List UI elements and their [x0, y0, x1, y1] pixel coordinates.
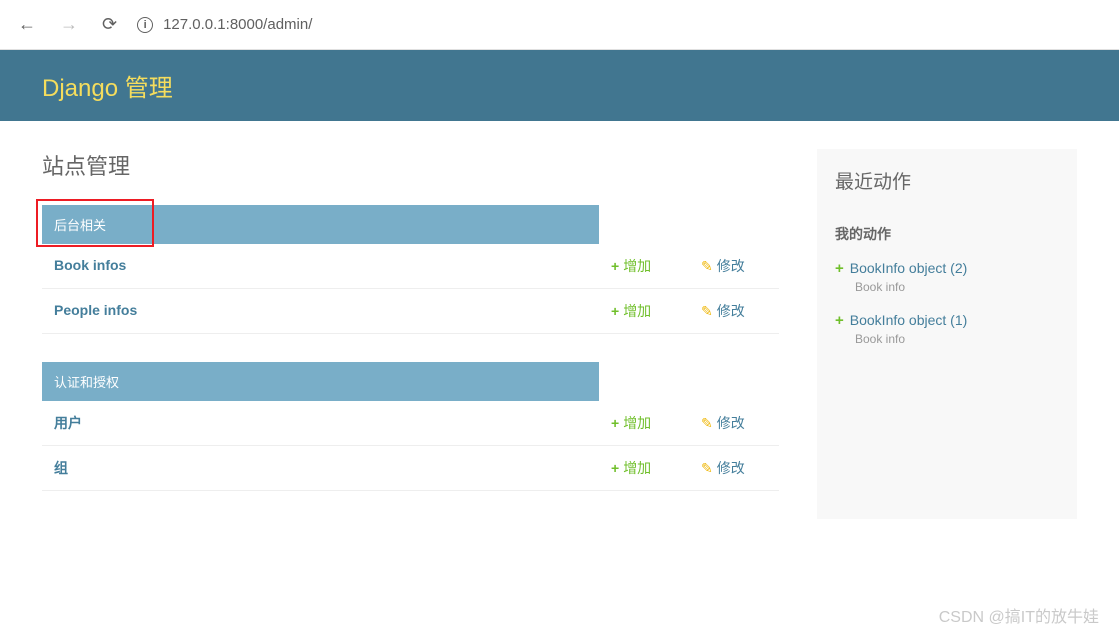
change-link-peopleinfos[interactable]: ✎修改	[701, 303, 745, 319]
model-link-peopleinfos[interactable]: People infos	[54, 302, 137, 318]
recent-action-item: + BookInfo object (2) Book info	[835, 260, 1059, 294]
recent-action-type: Book info	[855, 332, 1059, 346]
model-link-users[interactable]: 用户	[54, 415, 82, 431]
recent-action-type: Book info	[855, 280, 1059, 294]
plus-icon: +	[611, 258, 619, 274]
main-content: 站点管理 后台相关 Book infos +增加 ✎修改 People info…	[42, 149, 779, 519]
site-title: Django 管理	[42, 68, 1077, 103]
app-caption[interactable]: 后台相关	[42, 205, 599, 244]
change-link-bookinfos[interactable]: ✎修改	[701, 258, 745, 274]
url-text: 127.0.0.1:8000/admin/	[163, 16, 312, 33]
back-button[interactable]: ←	[14, 10, 40, 39]
plus-icon: +	[835, 260, 844, 277]
pencil-icon: ✎	[701, 303, 713, 319]
recent-action-link[interactable]: BookInfo object (1)	[850, 312, 968, 328]
pencil-icon: ✎	[701, 460, 713, 476]
plus-icon: +	[835, 312, 844, 329]
browser-toolbar: ← → ⟳ i 127.0.0.1:8000/admin/	[0, 0, 1119, 50]
forward-button[interactable]: →	[56, 10, 82, 39]
plus-icon: +	[611, 303, 619, 319]
app-module-auth: 认证和授权 用户 +增加 ✎修改 组 +增加 ✎修改	[42, 362, 779, 491]
plus-icon: +	[611, 460, 619, 476]
reload-button[interactable]: ⟳	[98, 10, 121, 39]
pencil-icon: ✎	[701, 258, 713, 274]
model-row: 组 +增加 ✎修改	[42, 446, 779, 491]
model-row: Book infos +增加 ✎修改	[42, 244, 779, 289]
app-module-backend: 后台相关 Book infos +增加 ✎修改 People infos +增加…	[42, 205, 779, 334]
model-link-bookinfos[interactable]: Book infos	[54, 257, 126, 273]
model-row: 用户 +增加 ✎修改	[42, 401, 779, 446]
add-link-peopleinfos[interactable]: +增加	[611, 303, 651, 319]
sidebar-title: 最近动作	[835, 167, 1059, 194]
add-link-groups[interactable]: +增加	[611, 460, 651, 476]
recent-action-item: + BookInfo object (1) Book info	[835, 312, 1059, 346]
add-link-bookinfos[interactable]: +增加	[611, 258, 651, 274]
plus-icon: +	[611, 415, 619, 431]
add-link-users[interactable]: +增加	[611, 415, 651, 431]
model-link-groups[interactable]: 组	[54, 460, 68, 476]
watermark: CSDN @搞IT的放牛娃	[939, 603, 1099, 627]
recent-action-link[interactable]: BookInfo object (2)	[850, 260, 968, 276]
my-actions-label: 我的动作	[835, 224, 1059, 244]
django-header: Django 管理	[0, 50, 1119, 121]
app-caption[interactable]: 认证和授权	[42, 362, 599, 401]
recent-actions-sidebar: 最近动作 我的动作 + BookInfo object (2) Book info…	[817, 149, 1077, 519]
pencil-icon: ✎	[701, 415, 713, 431]
change-link-groups[interactable]: ✎修改	[701, 460, 745, 476]
info-icon: i	[137, 17, 153, 33]
model-row: People infos +增加 ✎修改	[42, 289, 779, 334]
change-link-users[interactable]: ✎修改	[701, 415, 745, 431]
url-bar[interactable]: i 127.0.0.1:8000/admin/	[137, 16, 312, 33]
page-title: 站点管理	[42, 149, 779, 181]
